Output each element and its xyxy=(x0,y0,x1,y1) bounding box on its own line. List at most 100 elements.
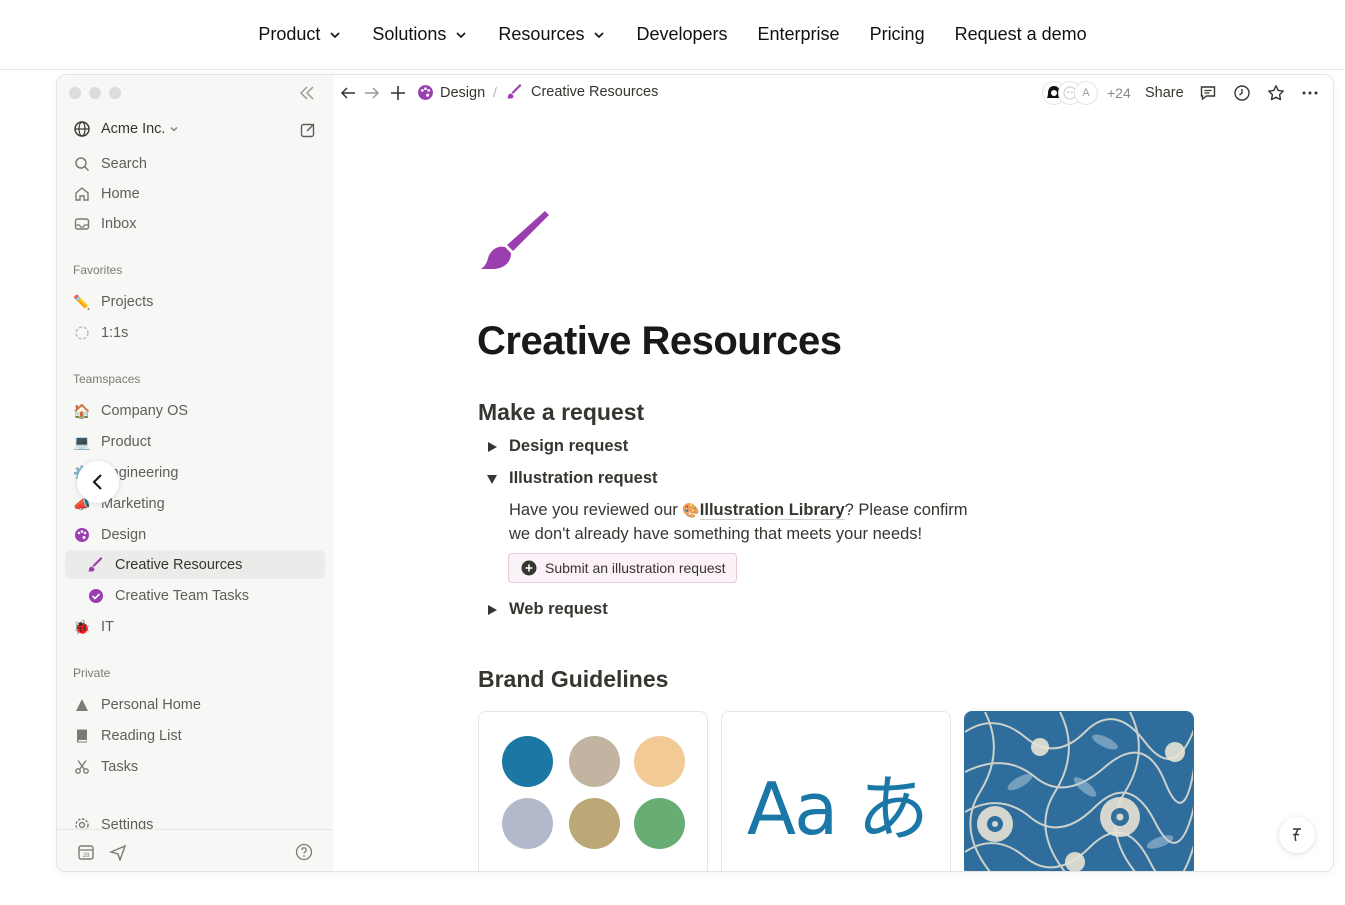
inbox-icon xyxy=(73,215,91,233)
text: Have you reviewed our xyxy=(509,501,678,519)
breadcrumb-label: Design xyxy=(440,84,486,101)
palette-icon xyxy=(418,85,433,100)
color-swatch xyxy=(634,736,685,787)
breadcrumb-separator: / xyxy=(493,84,497,100)
nav-request-demo[interactable]: Request a demo xyxy=(955,24,1087,45)
sidebar-item-design[interactable]: Design xyxy=(73,522,146,548)
close-window-button[interactable] xyxy=(69,87,81,99)
triangle-right-icon xyxy=(488,441,497,452)
speech-bubble-icon xyxy=(73,324,91,342)
ai-assistant-button[interactable] xyxy=(1279,817,1315,853)
shapes-icon xyxy=(73,696,91,714)
new-page-icon[interactable] xyxy=(299,121,317,139)
breadcrumb-design[interactable]: Design xyxy=(417,84,485,101)
comment-icon[interactable] xyxy=(1199,84,1217,102)
paintbrush-icon[interactable] xyxy=(479,211,549,273)
sidebar-footer: 28 xyxy=(57,829,333,871)
clock-icon[interactable] xyxy=(1233,84,1251,102)
color-swatch xyxy=(569,736,620,787)
page-topbar: Design / Creative Resources A +24 Share xyxy=(333,75,1333,111)
sidebar-item-projects[interactable]: ✏️ Projects xyxy=(73,289,153,315)
sidebar-home[interactable]: Home xyxy=(73,181,140,207)
calendar-icon[interactable]: 28 xyxy=(77,843,95,861)
sidebar-item-one-on-ones[interactable]: 1:1s xyxy=(73,320,128,346)
chevron-down-icon xyxy=(330,31,340,38)
sidebar-item-tasks[interactable]: Tasks xyxy=(73,754,138,780)
color-palette-card[interactable] xyxy=(478,711,708,871)
sidebar-item-label: Personal Home xyxy=(101,697,201,713)
toggle-web-request[interactable]: Web request xyxy=(487,600,608,619)
avatar: A xyxy=(1075,82,1097,104)
globe-icon xyxy=(74,121,90,137)
maximize-window-button[interactable] xyxy=(109,87,121,99)
section-heading: Make a request xyxy=(478,399,645,425)
pencil-icon: 🎨 xyxy=(682,502,700,518)
share-button[interactable]: Share xyxy=(1145,85,1184,101)
scissors-icon xyxy=(73,758,91,776)
star-icon[interactable] xyxy=(1267,84,1285,102)
nav-pricing[interactable]: Pricing xyxy=(870,24,925,45)
submit-illustration-request-button[interactable]: Submit an illustration request xyxy=(508,553,737,583)
workspace-name: Acme Inc. xyxy=(101,121,166,137)
nav-product[interactable]: Product xyxy=(258,24,342,45)
breadcrumb-label: Creative Resources xyxy=(531,84,659,100)
nav-label: Enterprise xyxy=(757,24,840,44)
sidebar-item-product[interactable]: 💻 Product xyxy=(73,429,151,455)
app-window: Acme Inc. Search Home Inbox Favorites ✏️… xyxy=(56,74,1334,872)
collapse-sidebar-icon[interactable] xyxy=(297,84,317,102)
sidebar-item-label: Product xyxy=(101,434,151,450)
workspace-switcher[interactable]: Acme Inc. xyxy=(73,120,179,138)
marketing-nav: Product Solutions Resources Developers E… xyxy=(0,0,1345,70)
private-heading: Private xyxy=(73,666,111,680)
sidebar-item-label: IT xyxy=(101,619,114,635)
sidebar-item-personal-home[interactable]: Personal Home xyxy=(73,692,201,718)
nav-label: Request a demo xyxy=(954,24,1087,44)
sidebar-item-it[interactable]: 🐞 IT xyxy=(73,614,114,640)
color-swatch xyxy=(569,798,620,849)
typography-card[interactable]: Aa あ xyxy=(721,711,951,871)
sidebar-item-label: Design xyxy=(101,527,147,543)
plus-icon[interactable] xyxy=(389,84,407,102)
nav-label: Product xyxy=(258,24,321,44)
more-icon[interactable] xyxy=(1301,84,1319,102)
sidebar-item-label: Projects xyxy=(101,294,154,310)
toggle-design-request[interactable]: Design request xyxy=(487,437,628,456)
collaborator-avatars[interactable]: A xyxy=(1043,82,1097,104)
bug-icon: 🐞 xyxy=(73,618,91,635)
sidebar-item-creative-resources[interactable]: Creative Resources xyxy=(87,552,242,578)
sidebar-item-creative-team-tasks[interactable]: Creative Team Tasks xyxy=(87,583,249,609)
sidebar-item-reading-list[interactable]: Reading List xyxy=(73,723,182,749)
nav-resources[interactable]: Resources xyxy=(498,24,606,45)
sidebar: Acme Inc. Search Home Inbox Favorites ✏️… xyxy=(57,75,333,871)
sidebar-item-label: Search xyxy=(101,156,147,172)
minimize-window-button[interactable] xyxy=(89,87,101,99)
back-arrow-icon[interactable] xyxy=(339,84,357,102)
sidebar-search[interactable]: Search xyxy=(73,151,147,177)
illustration-library-link[interactable]: Illustration Library xyxy=(699,501,845,520)
send-icon[interactable] xyxy=(109,843,127,861)
toggle-illustration-request[interactable]: Illustration request xyxy=(487,469,658,488)
triangle-right-icon xyxy=(488,604,497,615)
laptop-icon: 💻 xyxy=(73,433,91,450)
house-icon: 🏠 xyxy=(73,402,91,419)
forward-arrow-icon[interactable] xyxy=(363,84,381,102)
back-arrow-button[interactable] xyxy=(77,461,119,503)
section-heading: Brand Guidelines xyxy=(478,666,669,692)
sidebar-item-company-os[interactable]: 🏠 Company OS xyxy=(73,398,188,424)
collaborator-count[interactable]: +24 xyxy=(1107,85,1131,101)
nav-enterprise[interactable]: Enterprise xyxy=(758,24,840,45)
chevron-down-icon xyxy=(456,31,466,38)
sidebar-item-label: Company OS xyxy=(101,403,189,419)
help-icon[interactable] xyxy=(295,843,313,861)
color-swatch xyxy=(502,798,553,849)
main-content: Design / Creative Resources A +24 Share xyxy=(333,75,1333,871)
sidebar-inbox[interactable]: Inbox xyxy=(73,211,136,237)
breadcrumb-creative-resources[interactable]: Creative Resources xyxy=(507,84,658,100)
chevron-down-icon xyxy=(594,31,605,38)
pattern-card[interactable] xyxy=(964,711,1194,871)
sidebar-item-label: Creative Resources xyxy=(115,557,243,573)
chevron-left-icon xyxy=(92,474,102,490)
sidebar-item-label: Creative Team Tasks xyxy=(115,588,250,604)
nav-developers[interactable]: Developers xyxy=(636,24,727,45)
nav-solutions[interactable]: Solutions xyxy=(372,24,468,45)
